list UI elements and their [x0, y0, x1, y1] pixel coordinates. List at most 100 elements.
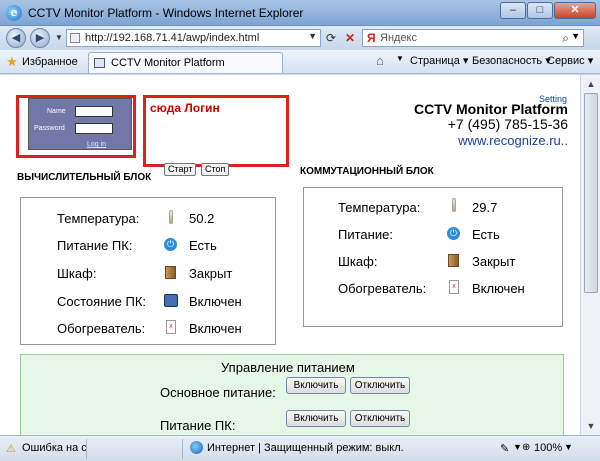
page-menu[interactable]: Страница ▾	[410, 54, 468, 67]
heater-icon: x	[166, 320, 176, 334]
cabinet-icon	[165, 266, 176, 279]
switch-power-value: Есть	[472, 227, 500, 242]
pc-power-label: Питание ПК:	[160, 418, 236, 433]
brand-phone: +7 (495) 785-15-36	[447, 116, 568, 132]
switch-block-panel: Температура: 29.7 Питание: ⏻ Есть Шкаф: …	[303, 187, 563, 327]
login-form: Name Password Log in	[28, 98, 132, 150]
heater-icon: x	[449, 280, 459, 294]
stop-button[interactable]: Стоп	[201, 163, 230, 176]
url-text: http://192.168.71.41/awp/index.html	[85, 32, 260, 44]
yandex-icon: Я	[367, 31, 376, 45]
pc-power-on-button[interactable]: Включить	[286, 410, 346, 427]
tab-page-icon	[94, 58, 105, 68]
stop-icon[interactable]: ✕	[341, 29, 359, 47]
password-input[interactable]	[75, 123, 113, 134]
compute-block-title: ВЫЧИСЛИТЕЛЬНЫЙ БЛОК	[17, 172, 152, 183]
thermometer-icon	[452, 198, 456, 212]
pc-power-off-button[interactable]: Отключить	[350, 410, 410, 427]
close-button[interactable]: ✕	[554, 2, 596, 19]
home-dropdown-icon[interactable]: ▼	[396, 54, 404, 63]
compute-temp-value: 50.2	[189, 211, 215, 226]
zoom-level[interactable]: 100%	[534, 442, 562, 454]
compute-temp-label: Температура:	[57, 211, 140, 226]
zoom-icon: ⊕	[522, 442, 531, 453]
zone-status: Интернет | Защищенный режим: выкл.	[207, 442, 404, 454]
vertical-scrollbar[interactable]: ▲ ▼	[580, 75, 600, 435]
compute-cabinet-value: Закрыт	[189, 266, 233, 281]
search-box[interactable]: Я Яндекс ⌕ ▼	[362, 29, 584, 47]
main-power-off-button[interactable]: Отключить	[350, 377, 410, 394]
power-management-panel: Управление питанием Основное питание: Вк…	[20, 354, 564, 435]
command-bar: ★ Избранное CCTV Monitor Platform ⌂ ▼ Ст…	[0, 50, 600, 74]
history-dropdown-icon[interactable]: ▼	[54, 29, 64, 47]
forward-button[interactable]: ▶	[30, 28, 50, 48]
power-icon: ⏻	[164, 238, 177, 251]
ie-logo-icon: e	[6, 5, 22, 21]
protected-mode-dropdown-icon[interactable]: ▼	[513, 442, 522, 452]
brand-title: CCTV Monitor Platform	[414, 101, 568, 117]
status-divider	[182, 439, 183, 459]
scroll-down-icon[interactable]: ▼	[584, 419, 598, 433]
window-titlebar: e CCTV Monitor Platform - Windows Intern…	[0, 0, 600, 26]
cabinet-icon	[448, 254, 459, 267]
power-icon: ⏻	[447, 227, 460, 240]
compute-block-panel: Температура: 50.2 Питание ПК: ⏻ Есть Шка…	[20, 197, 276, 345]
compute-heater-label: Обогреватель:	[57, 321, 146, 336]
compute-pc-state-value: Включен	[189, 294, 242, 309]
switch-temp-label: Температура:	[338, 200, 421, 215]
star-icon: ★	[6, 54, 18, 69]
home-icon[interactable]: ⌂	[376, 53, 384, 68]
address-dropdown-icon[interactable]: ▼	[308, 31, 317, 41]
start-button[interactable]: Старт	[164, 163, 197, 176]
favorites-button[interactable]: ★ Избранное	[4, 53, 78, 71]
navigation-bar: ◀ ▶ ▼ http://192.168.71.41/awp/index.htm…	[0, 26, 600, 50]
name-input[interactable]	[75, 106, 113, 117]
compute-power-label: Питание ПК:	[57, 238, 133, 253]
browser-tab[interactable]: CCTV Monitor Platform	[88, 52, 283, 73]
protected-mode-icon[interactable]: ✎	[500, 442, 509, 455]
back-button[interactable]: ◀	[6, 28, 26, 48]
scroll-thumb[interactable]	[584, 93, 598, 293]
window-title: CCTV Monitor Platform - Windows Internet…	[28, 6, 304, 20]
scroll-up-icon[interactable]: ▲	[584, 77, 598, 91]
minimize-button[interactable]: –	[500, 2, 526, 19]
security-menu[interactable]: Безопасность ▾	[472, 54, 551, 67]
power-management-title: Управление питанием	[221, 360, 355, 375]
login-link[interactable]: Log in	[87, 141, 106, 148]
switch-heater-value: Включен	[472, 281, 525, 296]
password-label: Password	[34, 125, 65, 132]
window-controls: – □ ✕	[500, 2, 596, 19]
brand-site-link[interactable]: www.recognize.ru..	[458, 133, 568, 148]
compute-heater-value: Включен	[189, 321, 242, 336]
main-power-label: Основное питание:	[160, 385, 276, 400]
login-note: сюда Логин	[150, 101, 220, 115]
switch-cabinet-label: Шкаф:	[338, 254, 378, 269]
service-menu[interactable]: Сервис ▾	[547, 54, 593, 67]
switch-block-title: КОММУТАЦИОННЫЙ БЛОК	[300, 166, 434, 177]
name-label: Name	[47, 108, 66, 115]
page-content: Name Password Log in сюда Логин Старт Ст…	[0, 75, 580, 435]
warning-icon: ⚠	[6, 443, 16, 455]
pc-icon	[164, 294, 178, 307]
page-icon	[70, 33, 80, 43]
switch-power-label: Питание:	[338, 227, 393, 242]
address-bar[interactable]: http://192.168.71.41/awp/index.html ▼	[66, 29, 321, 47]
compute-pc-state-label: Состояние ПК:	[57, 294, 147, 309]
tab-title: CCTV Monitor Platform	[111, 57, 225, 69]
globe-icon	[190, 441, 203, 454]
status-bar: ⚠ Ошибка на с Интернет | Защищенный режи…	[0, 435, 600, 461]
thermometer-icon	[169, 210, 173, 224]
search-icon[interactable]: ⌕	[562, 31, 569, 46]
zoom-dropdown-icon[interactable]: ▼	[564, 442, 573, 452]
switch-cabinet-value: Закрыт	[472, 254, 516, 269]
search-dropdown-icon[interactable]: ▼	[571, 31, 580, 41]
main-power-on-button[interactable]: Включить	[286, 377, 346, 394]
maximize-button[interactable]: □	[527, 2, 553, 19]
search-input[interactable]: Яндекс	[380, 32, 417, 44]
compute-cabinet-label: Шкаф:	[57, 266, 97, 281]
compute-power-value: Есть	[189, 238, 217, 253]
status-divider	[86, 439, 87, 459]
refresh-icon[interactable]: ⟳	[322, 29, 340, 47]
error-status[interactable]: Ошибка на с	[22, 442, 87, 454]
switch-heater-label: Обогреватель:	[338, 281, 427, 296]
